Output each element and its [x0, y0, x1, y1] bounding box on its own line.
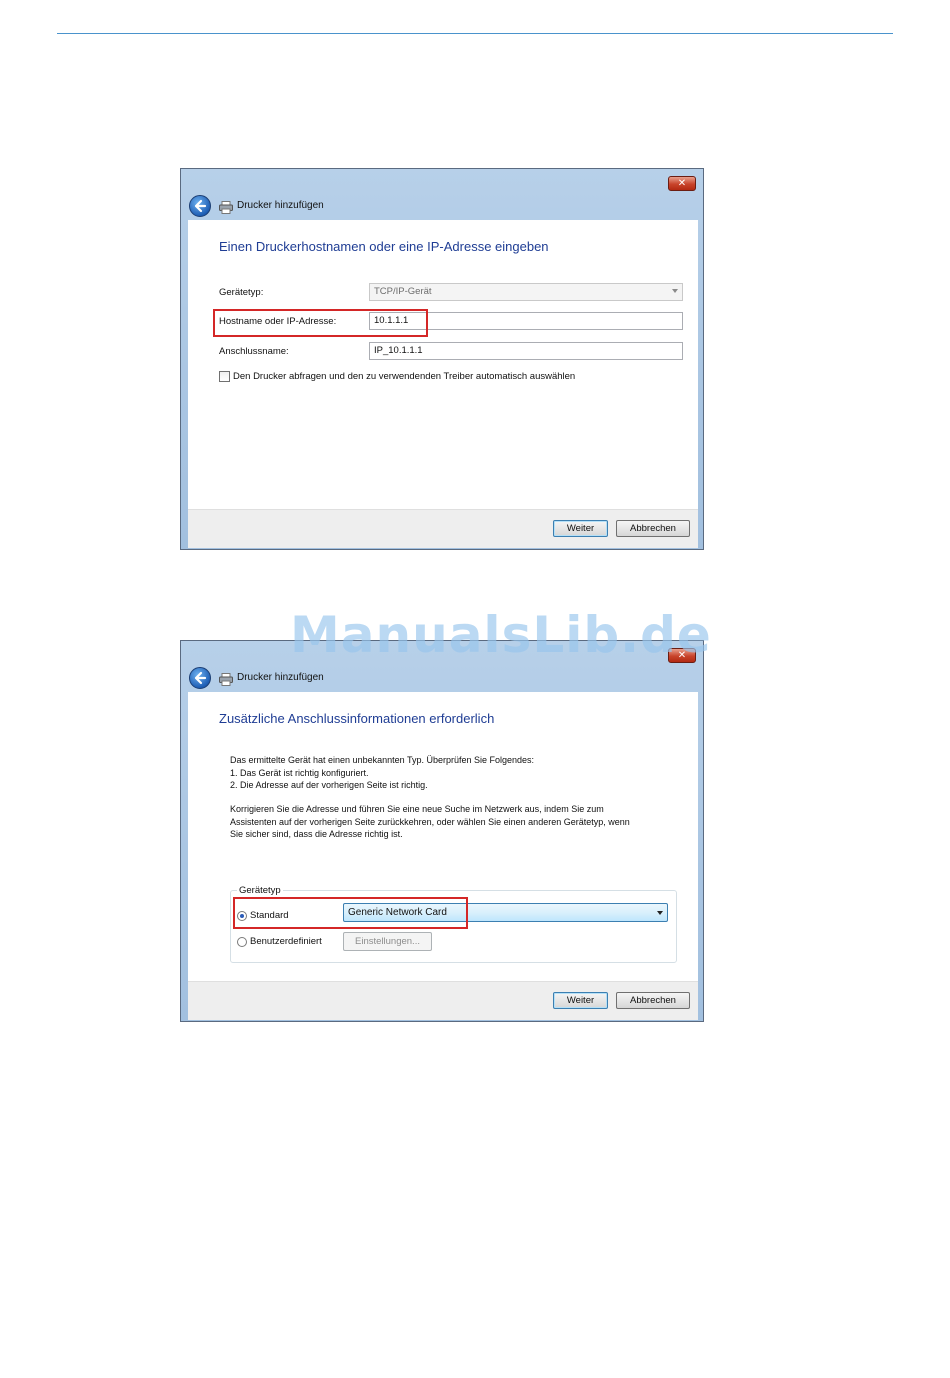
printer-icon — [219, 671, 233, 686]
highlight-box — [233, 897, 468, 929]
correction-paragraph: Korrigieren Sie die Adresse und führen S… — [230, 803, 630, 841]
auto-driver-checkbox[interactable] — [219, 371, 230, 382]
custom-radio[interactable] — [237, 937, 247, 947]
watermark: ManualsLib.de — [290, 606, 712, 664]
custom-radio-label: Benutzerdefiniert — [250, 936, 322, 947]
wizard-titlebar: Drucker hinzufügen — [189, 667, 697, 689]
close-button[interactable]: ✕ — [668, 176, 696, 191]
chevron-down-icon — [657, 911, 663, 915]
wizard-footer: Weiter Abbrechen — [188, 509, 698, 548]
paragraph-line: Assistenten auf der vorherigen Seite zur… — [230, 816, 630, 827]
highlight-box — [213, 309, 428, 337]
device-type-group-title: Gerätetyp — [237, 885, 283, 896]
port-name-input[interactable]: IP_10.1.1.1 — [369, 342, 683, 360]
paragraph-line: 2. Die Adresse auf der vorherigen Seite … — [230, 780, 428, 790]
paragraph-line: 1. Das Gerät ist richtig konfiguriert. — [230, 767, 369, 778]
device-type-value: TCP/IP-Gerät — [374, 286, 432, 297]
next-button[interactable]: Weiter — [553, 992, 608, 1009]
wizard-footer: Weiter Abbrechen — [188, 981, 698, 1020]
page-heading: Einen Druckerhostnamen oder eine IP-Adre… — [219, 239, 549, 254]
add-printer-dialog-port-info: ✕ Drucker hinzufügen Zusätzliche Anschlu… — [180, 640, 704, 1022]
device-type-label: Gerätetyp: — [219, 287, 264, 298]
wizard-content: Einen Druckerhostnamen oder eine IP-Adre… — [188, 220, 698, 509]
page-heading: Zusätzliche Anschlussinformationen erfor… — [219, 711, 495, 726]
chevron-down-icon — [672, 289, 678, 293]
window-title: Drucker hinzufügen — [237, 200, 324, 211]
paragraph-line: Korrigieren Sie die Adresse und führen S… — [230, 804, 604, 814]
back-arrow-icon[interactable] — [189, 195, 211, 217]
wizard-titlebar: Drucker hinzufügen — [189, 195, 697, 217]
page-top-rule — [57, 33, 893, 34]
auto-driver-checkbox-label: Den Drucker abfragen und den zu verwende… — [233, 371, 576, 382]
settings-button[interactable]: Einstellungen... — [343, 932, 432, 951]
cancel-button[interactable]: Abbrechen — [616, 520, 690, 537]
add-printer-dialog-hostname: ✕ Drucker hinzufügen Einen Druckerhostna… — [180, 168, 704, 550]
back-arrow-icon[interactable] — [189, 667, 211, 689]
device-type-dropdown: TCP/IP-Gerät — [369, 283, 683, 301]
port-name-label: Anschlussname: — [219, 346, 289, 357]
window-title: Drucker hinzufügen — [237, 672, 324, 683]
cancel-button[interactable]: Abbrechen — [616, 992, 690, 1009]
paragraph-line: Sie sicher sind, dass die Adresse richti… — [230, 829, 403, 839]
unknown-device-paragraph: Das ermittelte Gerät hat einen unbekannt… — [230, 754, 534, 792]
printer-icon — [219, 199, 233, 214]
wizard-content: Zusätzliche Anschlussinformationen erfor… — [188, 692, 698, 981]
paragraph-line: Das ermittelte Gerät hat einen unbekannt… — [230, 755, 535, 765]
next-button[interactable]: Weiter — [553, 520, 608, 537]
